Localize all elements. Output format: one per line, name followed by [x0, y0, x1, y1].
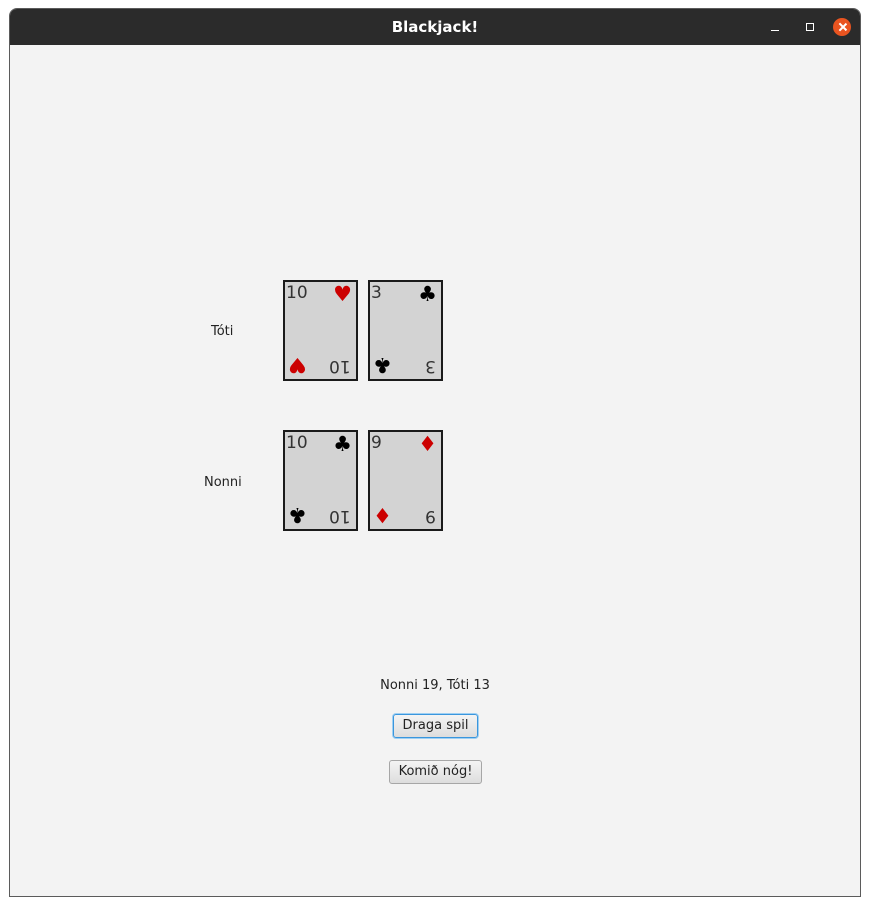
heart-icon: ♥ — [288, 353, 307, 377]
card: 10 ♣ ♣ 10 — [283, 430, 358, 531]
score-status: Nonni 19, Tóti 13 — [380, 678, 490, 693]
card: 9 ♦ ♦ 9 — [368, 430, 443, 531]
heart-icon: ♥ — [333, 282, 352, 306]
card-rank: 9 — [371, 433, 382, 453]
title-bar[interactable]: Blackjack! — [10, 9, 860, 45]
card-rank: 10 — [329, 356, 351, 376]
card: 3 ♣ ♣ 3 — [368, 280, 443, 381]
close-button[interactable] — [833, 18, 851, 36]
club-icon: ♣ — [373, 353, 392, 377]
card-rank: 3 — [425, 356, 436, 376]
maximize-button[interactable] — [801, 18, 819, 36]
club-icon: ♣ — [418, 282, 437, 306]
player-name-nonni: Nonni — [204, 475, 242, 490]
club-icon: ♣ — [288, 503, 307, 527]
player-name-toti: Tóti — [211, 324, 234, 339]
diamond-icon: ♦ — [418, 432, 437, 456]
draw-card-button[interactable]: Draga spil — [393, 714, 478, 738]
club-icon: ♣ — [333, 432, 352, 456]
card-rank: 10 — [286, 283, 308, 303]
app-window: Blackjack! Tóti 10 ♥ ♥ 10 3 ♣ ♣ 3 Nonni … — [9, 8, 861, 897]
card: 10 ♥ ♥ 10 — [283, 280, 358, 381]
card-rank: 10 — [286, 433, 308, 453]
card-rank: 9 — [425, 506, 436, 526]
window-title: Blackjack! — [391, 18, 479, 36]
stand-button[interactable]: Komið nóg! — [389, 760, 482, 784]
diamond-icon: ♦ — [373, 503, 392, 527]
minimize-button[interactable] — [766, 18, 784, 36]
card-rank: 10 — [329, 506, 351, 526]
card-rank: 3 — [371, 283, 382, 303]
